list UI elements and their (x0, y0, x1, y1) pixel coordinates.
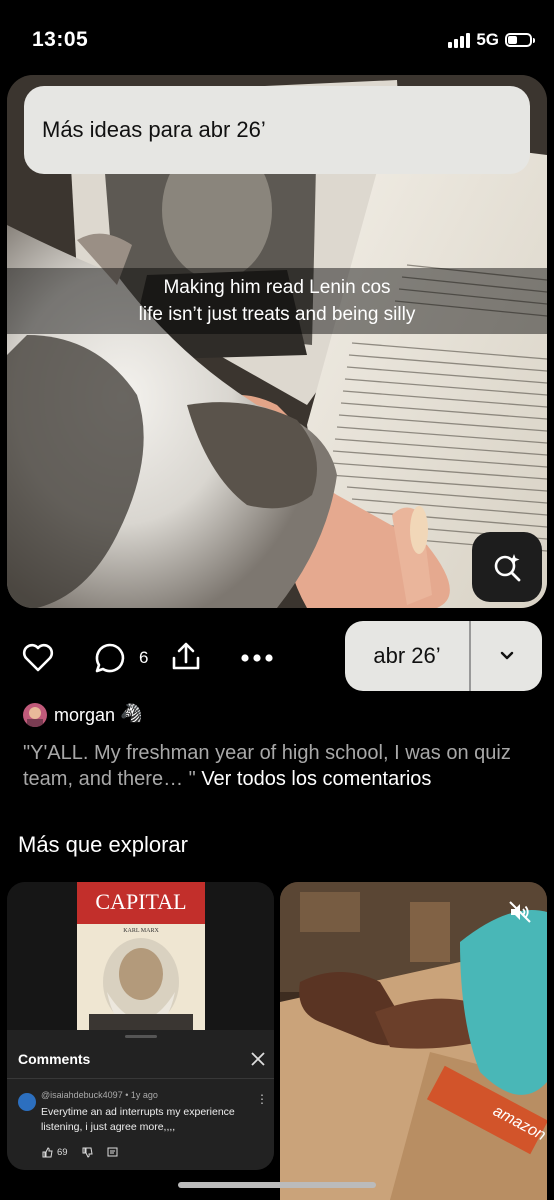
board-name[interactable]: abr 26’ (345, 621, 469, 691)
commenter-handle: @isaiahdebuck4097 • 1y ago (41, 1090, 158, 1100)
thumbs-down-icon (82, 1147, 93, 1158)
board-dropdown-button[interactable] (471, 621, 542, 691)
like-button[interactable] (20, 640, 56, 676)
speaker-muted-icon (509, 901, 531, 923)
network-type: 5G (476, 30, 499, 49)
avatar[interactable] (23, 703, 47, 727)
share-icon (172, 642, 200, 670)
amazon-video-image: amazon (280, 882, 547, 1200)
explore-card-amazon[interactable]: amazon (280, 882, 547, 1200)
explore-card-capital[interactable]: CAPITAL KARL MARX Comments @isaiahdebuck… (7, 882, 274, 1170)
heart-icon (22, 643, 54, 672)
kebab-menu-icon: ⋮ (256, 1092, 268, 1106)
commenter-text: Everytime an ad interrupts my experience… (41, 1106, 235, 1133)
thumbs-up-icon (42, 1147, 53, 1158)
home-indicator[interactable] (178, 1182, 376, 1188)
comment-preview[interactable]: "Y'ALL. My freshman year of high school,… (23, 740, 533, 792)
comment-bubble-icon (95, 643, 125, 673)
share-button[interactable] (168, 638, 204, 674)
board-selector[interactable]: abr 26’ (345, 621, 542, 691)
more-ideas-bar[interactable]: Más ideas para abr 26’ (24, 86, 530, 174)
mute-button[interactable] (506, 898, 534, 926)
section-title: Más que explorar (18, 832, 188, 857)
chevron-down-icon (500, 651, 513, 660)
comment-button[interactable] (92, 640, 128, 676)
comment-actions: 69 (42, 1147, 118, 1158)
divider (7, 1078, 274, 1079)
caption-line-1: Making him read Lenin cos (163, 277, 391, 298)
status-time: 13:05 (32, 28, 89, 51)
book-author: KARL MARX (123, 928, 159, 934)
commenter-avatar (18, 1093, 36, 1111)
comments-panel-title: Comments (18, 1051, 91, 1067)
more-options-button[interactable] (238, 640, 276, 676)
like-count: 69 (57, 1147, 68, 1158)
comment-username[interactable]: morgan (54, 705, 115, 726)
lens-sparkle-icon (494, 554, 521, 582)
drag-handle[interactable] (125, 1035, 157, 1038)
see-all-comments-link[interactable]: Ver todos los comentarios (201, 768, 431, 790)
capital-book-image: CAPITAL KARL MARX (7, 882, 274, 1032)
comment-count: 6 (139, 648, 149, 667)
pin-caption: Making him read Lenin cos life isn’t jus… (7, 268, 547, 334)
battery-icon (505, 33, 535, 47)
close-icon[interactable] (249, 1050, 267, 1068)
reply-icon (107, 1147, 118, 1157)
comments-panel: Comments @isaiahdebuck4097 • 1y ago ⋮ Ev… (7, 1030, 274, 1170)
signal-icon (448, 32, 471, 48)
user-emoji: 🦓 (120, 703, 143, 723)
caption-line-2: life isn’t just treats and being silly (138, 304, 416, 325)
status-indicators: 5G (448, 30, 535, 50)
more-ideas-label: Más ideas para abr 26’ (42, 117, 266, 142)
more-dots-icon (241, 654, 273, 662)
book-title: CAPITAL (95, 889, 186, 914)
visual-search-button[interactable] (472, 532, 542, 602)
